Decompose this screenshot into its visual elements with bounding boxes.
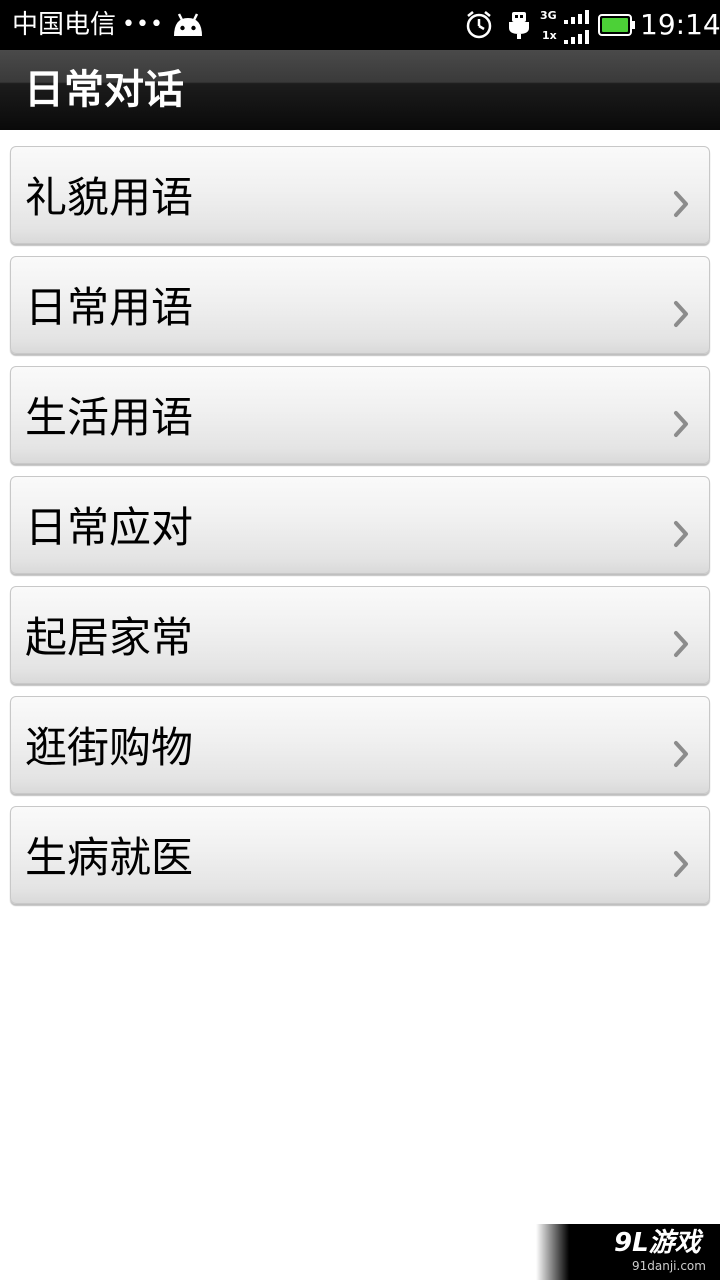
list-item-label: 生病就医 [25,833,194,882]
chevron-right-icon [674,191,688,217]
list-item-life-phrases[interactable]: 生活用语 [10,366,710,464]
network-type-bottom: 1x [542,29,557,42]
signal-icon: 3G 1x [538,8,590,44]
page-title: 日常对话 [24,67,184,113]
watermark-logo: 9L游戏 [614,1228,701,1258]
list-item-label: 礼貌用语 [25,173,194,222]
chevron-right-icon [674,301,688,327]
list-item-daily-phrases[interactable]: 日常用语 [10,256,710,354]
chevron-right-icon [674,741,688,767]
carrier-name: 中国电信 [12,10,117,40]
network-type-top: 3G [540,9,557,22]
signal-bars-icon [564,10,589,24]
battery-icon [598,14,635,36]
list-item-daily-responses[interactable]: 日常应对 [10,476,710,574]
title-bar: 日常对话 [0,50,720,130]
category-list: 礼貌用语 日常用语 生活用语 日常应对 起居家常 逛街购物 生病就医 [10,146,710,916]
list-item-shopping[interactable]: 逛街购物 [10,696,710,794]
list-item-label: 起居家常 [25,613,194,662]
watermark: 9L游戏 91danji.com [536,1224,720,1280]
chevron-right-icon [674,411,688,437]
chevron-right-icon [674,631,688,657]
list-item-label: 日常用语 [25,283,194,332]
signal-bars-icon [564,30,589,44]
usb-icon [509,12,529,39]
status-bar: 中国电信 ••• 3G 1x 19:14 [0,0,720,50]
chevron-right-icon [674,521,688,547]
screen: 中国电信 ••• 3G 1x 19:14 日常对话 礼貌用语 日常用语 生活用语… [0,0,720,1280]
list-item-home-life[interactable]: 起居家常 [10,586,710,684]
list-item-polite-phrases[interactable]: 礼貌用语 [10,146,710,244]
list-item-label: 日常应对 [25,503,194,552]
chevron-right-icon [674,851,688,877]
clock: 19:14 [640,8,720,41]
watermark-url: 91danji.com [632,1259,706,1273]
notification-dots: ••• [122,12,164,37]
list-item-label: 生活用语 [25,393,194,442]
list-item-medical[interactable]: 生病就医 [10,806,710,904]
alarm-icon [466,11,492,39]
list-item-label: 逛街购物 [25,723,194,772]
android-icon [174,13,202,36]
